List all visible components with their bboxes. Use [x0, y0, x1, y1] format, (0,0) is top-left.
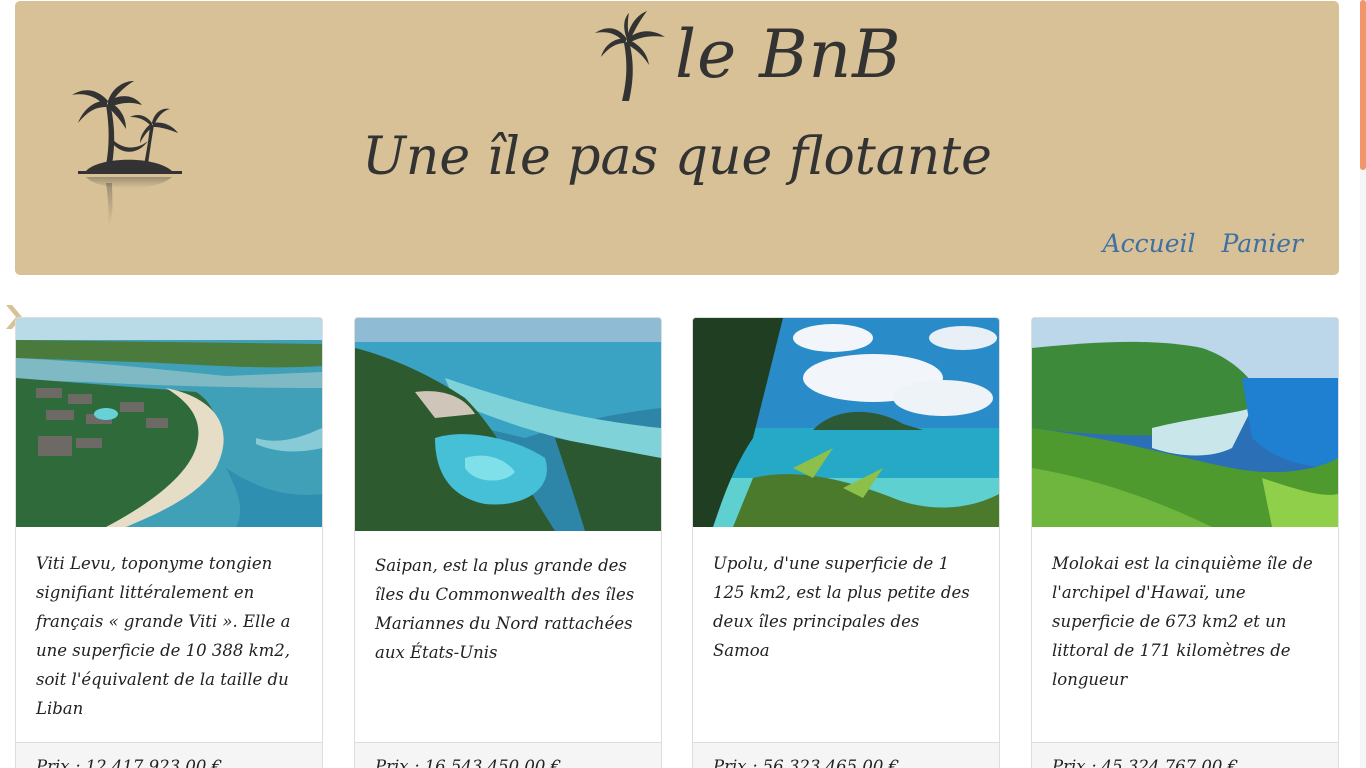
main-nav: Accueil Panier	[1103, 229, 1303, 258]
island-card-viti-levu[interactable]: Viti Levu, toponyme tongien signifiant l…	[15, 317, 323, 768]
island-price: Prix : 12 417 923,00 €	[36, 757, 223, 768]
brand[interactable]: le BnB	[589, 7, 902, 103]
card-footer: Prix : 45 324 767,00 €	[1032, 742, 1338, 768]
card-footer: Prix : 12 417 923,00 €	[16, 742, 322, 768]
island-card-saipan[interactable]: Saipan, est la plus grande des îles du C…	[354, 317, 662, 768]
page: le BnB Une île pas que flotante Accueil …	[0, 0, 1366, 768]
island-photo[interactable]	[1032, 318, 1338, 527]
island-photo[interactable]	[693, 318, 999, 527]
nav-link-panier[interactable]: Panier	[1222, 229, 1303, 258]
island-description: Upolu, d'une superficie de 1 125 km2, es…	[713, 554, 970, 660]
island-price: Prix : 56 323 465,00 €	[713, 757, 900, 768]
island-photo[interactable]	[355, 318, 661, 531]
nav-link-accueil[interactable]: Accueil	[1103, 229, 1196, 258]
island-description: Saipan, est la plus grande des îles du C…	[375, 556, 635, 662]
card-footer: Prix : 56 323 465,00 €	[693, 742, 999, 768]
header-banner: le BnB Une île pas que flotante Accueil …	[15, 1, 1339, 275]
page-tagline: Une île pas que flotante	[362, 127, 992, 187]
island-photo[interactable]	[16, 318, 322, 527]
island-card-molokai[interactable]: Molokai est la cinquième île de l'archip…	[1031, 317, 1339, 768]
island-description: Viti Levu, toponyme tongien signifiant l…	[36, 554, 291, 718]
island-palm-trees-logo	[72, 81, 182, 225]
island-price: Prix : 45 324 767,00 €	[1052, 757, 1239, 768]
brand-name: le BnB	[675, 16, 902, 93]
island-card-upolu[interactable]: Upolu, d'une superficie de 1 125 km2, es…	[692, 317, 1000, 768]
island-description: Molokai est la cinquième île de l'archip…	[1052, 554, 1313, 689]
island-price: Prix : 16 543 450,00 €	[375, 757, 562, 768]
card-footer: Prix : 16 543 450,00 €	[355, 742, 661, 768]
palm-tree-icon	[595, 11, 665, 101]
scrollbar-thumb[interactable]	[1360, 0, 1366, 170]
vertical-scrollbar[interactable]	[1360, 0, 1366, 768]
